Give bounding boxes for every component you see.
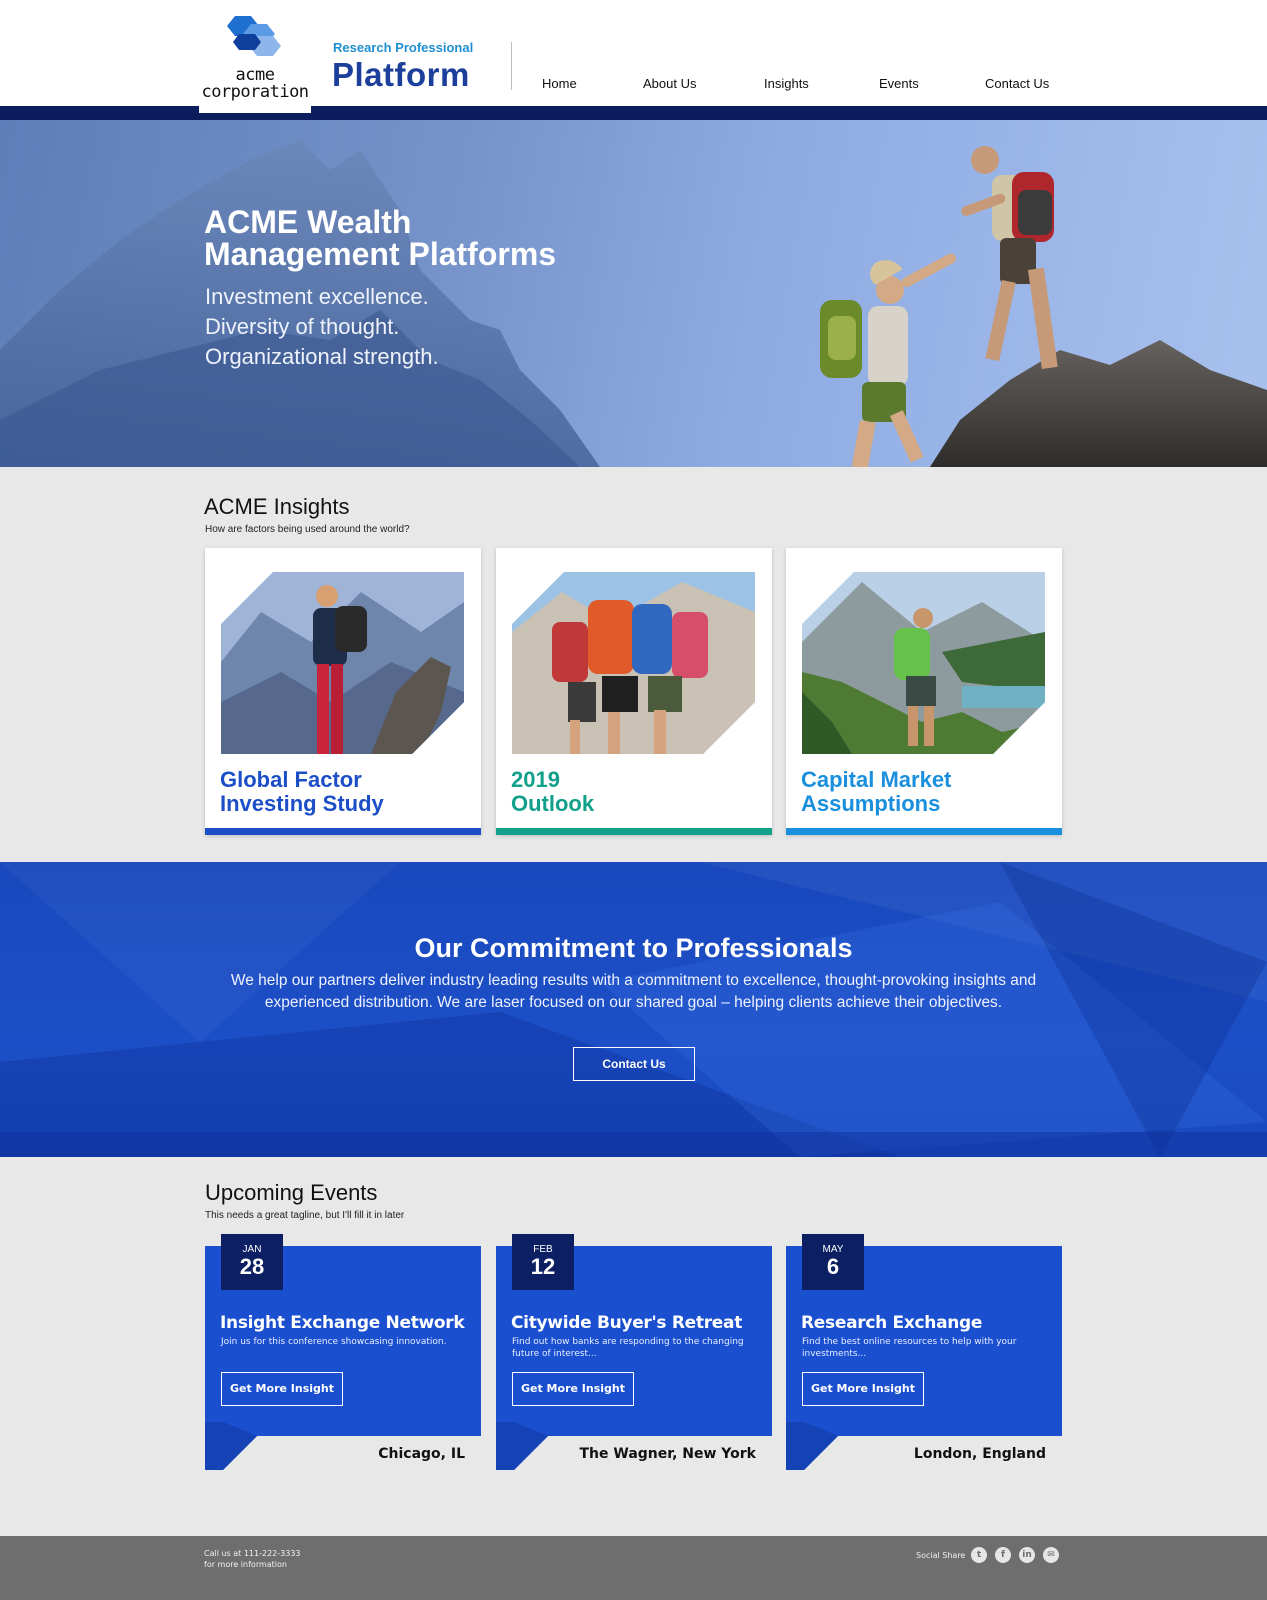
event-description: Find out how banks are responding to the… — [512, 1337, 744, 1359]
hero-subtitle: Investment excellence. Diversity of thou… — [205, 282, 439, 372]
event-description: Find the best online resources to help w… — [802, 1337, 1017, 1359]
event-day: 6 — [826, 1254, 840, 1279]
insight-card-title: Global Factor Investing Study — [220, 768, 470, 816]
event-location: Chicago, IL — [378, 1446, 465, 1462]
event-location: The Wagner, New York — [579, 1446, 756, 1462]
event-location: London, England — [913, 1446, 1046, 1462]
insight-card-title-line-2: Investing Study — [220, 791, 384, 816]
insight-card-title-line-1: Global Factor — [220, 767, 362, 792]
header-accent-bar — [0, 106, 1267, 120]
insight-card-global-factor[interactable]: Global Factor Investing Study — [205, 548, 481, 835]
linkedin-icon[interactable]: in — [1019, 1547, 1035, 1563]
commitment-section: Our Commitment to Professionals We help … — [0, 862, 1267, 1157]
nav-insights[interactable]: Insights — [764, 76, 809, 91]
tagline-platform: Platform — [332, 56, 470, 93]
commitment-text: We help our partners deliver industry le… — [230, 972, 1037, 1011]
hero-title-line-1: ACME Wealth — [204, 204, 412, 240]
insight-card-title: Capital Market Assumptions — [801, 768, 1051, 816]
hero-banner: ACME Wealth Management Platforms Investm… — [0, 120, 1267, 467]
events-section-title: Upcoming Events — [205, 1180, 378, 1205]
events-section-subtitle: This needs a great tagline, but I'll fil… — [205, 1210, 405, 1221]
insight-card-accent-bar — [496, 828, 772, 835]
get-more-insight-button[interactable]: Get More Insight — [221, 1372, 343, 1406]
contact-us-button[interactable]: Contact Us — [573, 1047, 695, 1081]
insight-card-title-line-1: 2019 — [511, 767, 560, 792]
event-description: Join us for this conference showcasing i… — [221, 1337, 447, 1347]
event-card-citywide-buyers-retreat: FEB 12 Citywide Buyer's Retreat Find out… — [496, 1234, 772, 1472]
event-card-insight-exchange: JAN 28 Insight Exchange Network Join us … — [205, 1234, 481, 1472]
event-day: 28 — [239, 1254, 265, 1279]
insight-card-title-line-2: Outlook — [511, 791, 595, 816]
insight-card-title-line-1: Capital Market — [801, 767, 952, 792]
insight-card-image — [221, 572, 464, 754]
footer-phone: Call us at 111-222-3333 — [204, 1549, 301, 1558]
insights-section-title: ACME Insights — [204, 494, 350, 519]
logo-wordmark: acme corporation — [199, 67, 311, 101]
hero-subtitle-line-3: Organizational strength. — [205, 344, 439, 369]
get-more-insight-button[interactable]: Get More Insight — [802, 1372, 924, 1406]
logo-line-corporation: corporation — [201, 82, 309, 102]
footer-contact-info: Call us at 111-222-3333 for more informa… — [204, 1548, 301, 1570]
site-header: acme corporation Research Professional P… — [0, 0, 1267, 113]
insight-card-image — [512, 572, 755, 754]
insight-card-2019-outlook[interactable]: 2019 Outlook — [496, 548, 772, 835]
event-card-research-exchange: MAY 6 Research Exchange Find the best on… — [786, 1234, 1062, 1472]
hero-subtitle-line-1: Investment excellence. — [205, 284, 429, 309]
event-date-badge: FEB 12 — [512, 1234, 574, 1290]
insights-section-subtitle: How are factors being used around the wo… — [205, 524, 410, 535]
facebook-icon[interactable]: f — [995, 1547, 1011, 1563]
event-title: Insight Exchange Network — [220, 1313, 465, 1333]
nav-home[interactable]: Home — [542, 76, 577, 91]
commitment-title: Our Commitment to Professionals — [414, 933, 853, 963]
hero-title: ACME Wealth Management Platforms — [204, 206, 556, 270]
event-date-badge: JAN 28 — [221, 1234, 283, 1290]
site-footer: Call us at 111-222-3333 for more informa… — [0, 1536, 1267, 1600]
insight-card-title: 2019 Outlook — [511, 768, 761, 816]
hexagon-logo-icon — [227, 16, 281, 56]
social-share-label: Social Share — [916, 1551, 966, 1560]
event-title: Research Exchange — [801, 1313, 983, 1333]
hero-mountain-climbers-image — [0, 140, 1267, 467]
hero-title-line-2: Management Platforms — [204, 236, 557, 272]
insight-card-accent-bar — [205, 828, 481, 835]
twitter-icon[interactable]: t — [971, 1547, 987, 1563]
event-day: 12 — [530, 1254, 556, 1279]
header-divider — [511, 42, 512, 90]
nav-events[interactable]: Events — [879, 76, 919, 91]
footer-phone-caption: for more information — [204, 1560, 287, 1569]
hero-subtitle-line-2: Diversity of thought. — [205, 314, 400, 339]
event-date-badge: MAY 6 — [802, 1234, 864, 1290]
insight-card-title-line-2: Assumptions — [801, 791, 941, 816]
insight-card-accent-bar — [786, 828, 1062, 835]
insight-card-image — [802, 572, 1045, 754]
nav-contact-us[interactable]: Contact Us — [985, 76, 1049, 91]
tagline-research-professional: Research Professional — [333, 40, 474, 55]
event-title: Citywide Buyer's Retreat — [511, 1313, 743, 1333]
nav-about-us[interactable]: About Us — [643, 76, 696, 91]
insight-card-capital-market[interactable]: Capital Market Assumptions — [786, 548, 1062, 835]
get-more-insight-button[interactable]: Get More Insight — [512, 1372, 634, 1406]
acme-logo[interactable]: acme corporation — [199, 0, 311, 113]
email-icon[interactable]: ✉ — [1043, 1547, 1059, 1563]
